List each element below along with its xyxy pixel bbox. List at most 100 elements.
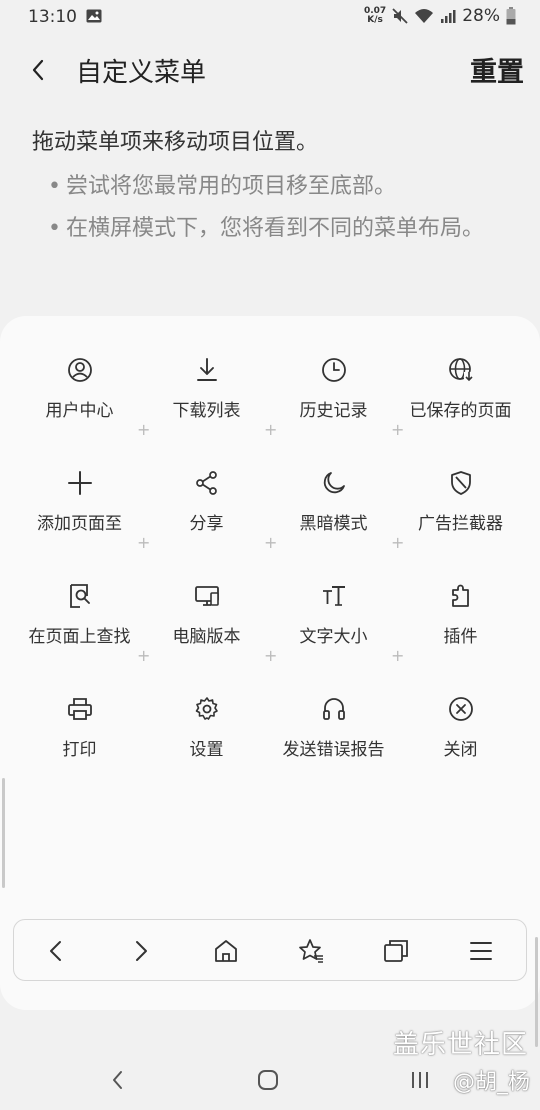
nav-recents-button[interactable] xyxy=(404,1066,436,1094)
desktop-icon xyxy=(193,582,221,610)
menu-item-label: 已保存的页面 xyxy=(409,401,512,421)
bullet: • xyxy=(48,174,61,199)
toolbar-back-button[interactable] xyxy=(40,935,72,967)
wifi-icon xyxy=(414,8,434,24)
clock-icon xyxy=(320,356,348,384)
bullet: • xyxy=(48,216,61,241)
network-speed: 0.07 K/s xyxy=(364,7,386,25)
grid-plus-marker: + xyxy=(391,646,405,665)
menu-item-saved-pages[interactable]: 已保存的页面 xyxy=(397,316,524,426)
menu-item-label: 分享 xyxy=(189,514,224,534)
nav-recents-icon xyxy=(412,1072,428,1088)
bottom-toolbar-preview xyxy=(13,919,527,981)
toolbar-menu-button[interactable] xyxy=(465,935,497,967)
battery-percent: 28% xyxy=(462,6,500,26)
menu-item-user-center[interactable]: 用户中心 xyxy=(16,316,143,426)
menu-panel: 用户中心 下载列表 历史记录 已保存的页面 添加页面至 分享 黑暗模式 广告拦截… xyxy=(0,316,540,1010)
toolbar-tabs-button[interactable] xyxy=(380,935,412,967)
nav-back-button[interactable] xyxy=(102,1066,134,1094)
menu-item-label: 历史记录 xyxy=(299,401,368,421)
menu-item-text-size[interactable]: 文字大小 xyxy=(270,542,397,652)
mute-icon xyxy=(392,8,408,24)
menu-item-add-page[interactable]: 添加页面至 xyxy=(16,429,143,539)
menu-item-label: 电脑版本 xyxy=(172,627,241,647)
nav-back-icon xyxy=(113,1071,122,1089)
toolbar-forward-button[interactable] xyxy=(125,935,157,967)
menu-item-settings[interactable]: 设置 xyxy=(143,655,270,765)
menu-item-close[interactable]: 关闭 xyxy=(397,655,524,765)
image-notification-icon xyxy=(86,9,102,23)
print-icon xyxy=(66,695,94,723)
grid-plus-marker: + xyxy=(391,420,405,439)
home-icon xyxy=(215,940,237,962)
back-button[interactable] xyxy=(24,54,52,86)
tabs-icon xyxy=(384,940,408,962)
close-circle-icon xyxy=(447,695,475,723)
shield-icon xyxy=(447,469,475,497)
menu-item-label: 插件 xyxy=(443,627,478,647)
puzzle-icon xyxy=(447,582,475,610)
reset-button[interactable]: 重置 xyxy=(470,50,524,89)
nav-home-icon xyxy=(258,1070,278,1090)
menu-item-desktop-version[interactable]: 电脑版本 xyxy=(143,542,270,652)
gear-icon xyxy=(193,695,221,723)
chevron-left-icon xyxy=(32,59,44,81)
menu-item-label: 用户中心 xyxy=(45,401,114,421)
menu-item-history[interactable]: 历史记录 xyxy=(270,316,397,426)
menu-item-label: 添加页面至 xyxy=(37,514,122,534)
menu-item-downloads[interactable]: 下载列表 xyxy=(143,316,270,426)
toolbar-home-button[interactable] xyxy=(210,935,242,967)
text-size-icon xyxy=(320,582,348,610)
grid-plus-marker: + xyxy=(264,646,278,665)
globe-download-icon xyxy=(447,356,475,384)
menu-item-plugins[interactable]: 插件 xyxy=(397,542,524,652)
scroll-indicator-right[interactable] xyxy=(535,937,538,1047)
watermark-author: @胡_杨 xyxy=(452,1070,530,1095)
nav-home-button[interactable] xyxy=(252,1066,284,1094)
user-icon xyxy=(66,356,94,384)
grid-plus-marker: + xyxy=(137,533,151,552)
tip-text: 尝试将您最常用的项目移至底部。 xyxy=(66,174,397,199)
menu-item-label: 黑暗模式 xyxy=(299,514,368,534)
page-title: 自定义菜单 xyxy=(76,58,207,88)
instruction-text: 拖动菜单项来移动项目位置。 xyxy=(32,130,319,155)
battery-icon xyxy=(506,7,516,25)
status-time: 13:10 xyxy=(28,7,77,27)
menu-item-label: 发送错误报告 xyxy=(282,740,385,760)
bookmark-star-icon xyxy=(299,939,323,963)
grid-plus-marker: + xyxy=(264,420,278,439)
tip-item: • 尝试将您最常用的项目移至底部。 xyxy=(48,166,518,208)
menu-item-label: 设置 xyxy=(189,740,224,760)
menu-item-label: 下载列表 xyxy=(172,401,241,421)
menu-item-ad-blocker[interactable]: 广告拦截器 xyxy=(397,429,524,539)
share-icon xyxy=(193,469,221,497)
menu-item-share[interactable]: 分享 xyxy=(143,429,270,539)
menu-item-label: 打印 xyxy=(62,740,97,760)
back-icon xyxy=(50,941,61,961)
grid-plus-marker: + xyxy=(137,646,151,665)
forward-icon xyxy=(136,941,147,961)
scroll-indicator-left xyxy=(2,778,5,888)
menu-item-label: 文字大小 xyxy=(299,627,368,647)
menu-item-label: 广告拦截器 xyxy=(418,514,503,534)
header: 自定义菜单 重置 xyxy=(0,48,540,92)
grid-plus-marker: + xyxy=(264,533,278,552)
toolbar-bookmarks-button[interactable] xyxy=(295,935,327,967)
tip-item: • 在横屏模式下，您将看到不同的菜单布局。 xyxy=(48,208,518,250)
grid-plus-marker: + xyxy=(137,420,151,439)
menu-icon xyxy=(470,942,492,960)
menu-item-print[interactable]: 打印 xyxy=(16,655,143,765)
plus-icon xyxy=(66,469,94,497)
net-speed-unit: K/s xyxy=(367,15,383,25)
download-icon xyxy=(193,356,221,384)
menu-item-find-on-page[interactable]: 在页面上查找 xyxy=(16,542,143,652)
find-icon xyxy=(66,582,94,610)
headset-icon xyxy=(320,695,348,723)
menu-item-label: 在页面上查找 xyxy=(28,627,131,647)
status-bar: 13:10 0.07 K/s 28% xyxy=(0,0,540,34)
menu-item-dark-mode[interactable]: 黑暗模式 xyxy=(270,429,397,539)
moon-icon xyxy=(320,469,348,497)
tip-text: 在横屏模式下，您将看到不同的菜单布局。 xyxy=(66,216,485,241)
menu-item-send-error-report[interactable]: 发送错误报告 xyxy=(270,655,397,765)
grid-plus-marker: + xyxy=(391,533,405,552)
